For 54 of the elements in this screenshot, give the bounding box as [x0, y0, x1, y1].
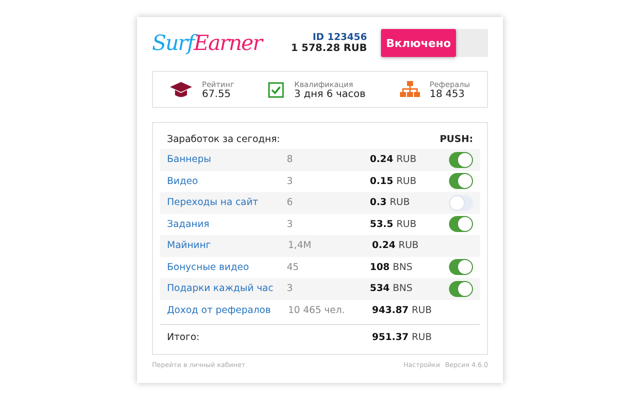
amount-cell: 108	[370, 262, 390, 273]
push-toggle[interactable]	[448, 280, 473, 297]
push-toggle[interactable]	[448, 259, 473, 276]
stat-value: 67.55	[202, 88, 232, 100]
amount-cell: 53.5	[370, 218, 394, 230]
push-toggle[interactable]	[448, 152, 473, 168]
count-cell-text: 3	[286, 283, 294, 294]
unit-cell: RUB	[396, 176, 416, 187]
stat-value: 3 дня 6 часов	[294, 88, 366, 100]
earnings-title: Заработок за сегодня:	[167, 134, 280, 144]
amount-cell: 0.3	[370, 197, 387, 208]
push-toggle[interactable]	[448, 194, 473, 211]
push-header: PUSH:	[440, 134, 473, 144]
amount-cell: 943.87	[372, 304, 409, 316]
checkbox-icon	[268, 82, 284, 98]
logo: SurfEarner	[152, 31, 262, 55]
earning-link[interactable]: Баннеры	[167, 154, 287, 166]
amount-cell: 534	[370, 283, 390, 294]
earning-link[interactable]: Майнинг	[167, 240, 288, 252]
unit-cell: RUB	[412, 304, 432, 316]
unit-cell: RUB	[396, 154, 416, 166]
amount-cell: 0.24	[370, 154, 394, 166]
amount-cell: 0.15	[370, 176, 394, 187]
balance: 1 578.28 RUB	[291, 43, 367, 54]
unit-cell: RUB	[412, 332, 432, 343]
push-toggle[interactable]	[448, 216, 473, 232]
count-cell-text: 3	[286, 218, 294, 230]
stat-value: 18 453	[430, 88, 465, 100]
total-amount: 951.37	[372, 332, 409, 343]
count-cell-text: 1,4M	[288, 240, 312, 252]
earning-link[interactable]: Видео	[167, 176, 287, 187]
total-label: Итого:	[167, 332, 200, 343]
account-id: ID 123456	[312, 32, 367, 43]
earning-link[interactable]: Переходы на сайт	[167, 197, 287, 208]
amount-cell: 0.24	[372, 240, 396, 252]
earning-link[interactable]: Подарки каждый час	[167, 283, 287, 294]
earning-link[interactable]: Доход от рефералов	[167, 304, 288, 316]
push-toggle[interactable]	[448, 173, 473, 190]
hierarchy-icon	[400, 81, 420, 98]
power-switch[interactable]: Включено	[381, 29, 488, 57]
unit-cell: BNS	[392, 283, 412, 294]
count-cell-text: 10 465 чел.	[288, 304, 346, 316]
count-cell-text: 8	[286, 154, 294, 166]
unit-cell: RUB	[390, 197, 410, 208]
earning-link[interactable]: Бонусные видео	[167, 262, 287, 273]
earning-link[interactable]: Задания	[167, 218, 287, 230]
unit-cell: RUB	[398, 240, 419, 252]
unit-cell: BNS	[392, 262, 412, 273]
count-cell-text: 45	[286, 262, 300, 273]
power-button[interactable]: Включено	[381, 29, 456, 57]
graduation-cap-icon	[170, 82, 192, 98]
count-cell-text: 3	[286, 176, 294, 187]
unit-cell: RUB	[396, 218, 416, 230]
count-cell-text: 6	[286, 197, 294, 208]
